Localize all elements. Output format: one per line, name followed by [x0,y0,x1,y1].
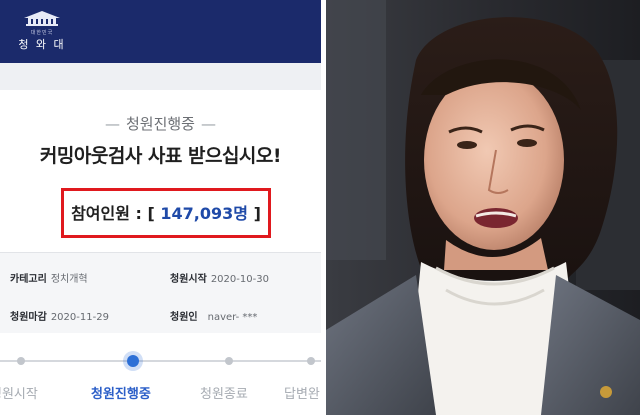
logo-subtitle: 대한민국 [30,30,54,36]
dash-right: — [201,115,216,133]
petition-info-table: 카테고리 정치개혁 청원시작 2020-10-30 청원마감 2020-11-29 청… [0,252,321,333]
end-label: 청원마감 [10,312,47,323]
start-value: 2020-10-30 [210,274,269,285]
petition-status: — 청원진행중 — [0,113,321,134]
info-end: 청원마감 2020-11-29 [10,308,109,323]
step-label-start: 청원시작 [0,387,38,402]
step-dot-4 [307,357,315,365]
step-label-closed: 청원종료 [200,387,248,402]
participants-label: 참여인원 [71,204,130,223]
category-label: 카테고리 [10,274,47,285]
bracket-open: [ [147,204,161,223]
end-value: 2020-11-29 [50,312,109,323]
logo-title[interactable]: 청 와 대 [14,36,70,52]
start-label: 청원시작 [170,274,207,285]
author-value: naver- *** [207,312,258,323]
participants-value: 147,093 [160,204,234,223]
status-text: 청원진행중 [125,115,195,133]
category-value: 정치개혁 [50,274,88,285]
info-start: 청원시작 2020-10-30 [170,270,269,285]
blue-house-logo-icon [24,11,60,26]
woman-portrait-image [326,0,640,415]
step-label-answered: 답변완 [284,387,320,402]
bracket-close: ] [248,204,261,223]
dash-left: — [104,115,120,133]
participants-colon: : [129,204,148,223]
progress-track [0,360,321,362]
petition-title: 커밍아웃검사 사표 받으십시오! [39,145,282,167]
participants-unit: 명 [233,204,249,223]
portrait-photo [326,0,640,415]
participants-count: 참여인원 : [ 147,093명 ] [61,200,271,224]
step-label-active: 청원진행중 [91,387,151,402]
step-dot-1 [17,357,25,365]
header-band [0,63,321,90]
info-author: 청원인 naver- *** [170,308,257,323]
author-label: 청원인 [170,312,198,323]
step-dot-2-active [127,355,139,367]
site-header: 대한민국 청 와 대 [0,0,321,63]
step-dot-3 [225,357,233,365]
petition-screenshot: 대한민국 청 와 대 — 청원진행중 — 커밍아웃검사 사표 받으십시오! 참여인원… [0,0,321,415]
info-category: 카테고리 정치개혁 [10,270,88,285]
